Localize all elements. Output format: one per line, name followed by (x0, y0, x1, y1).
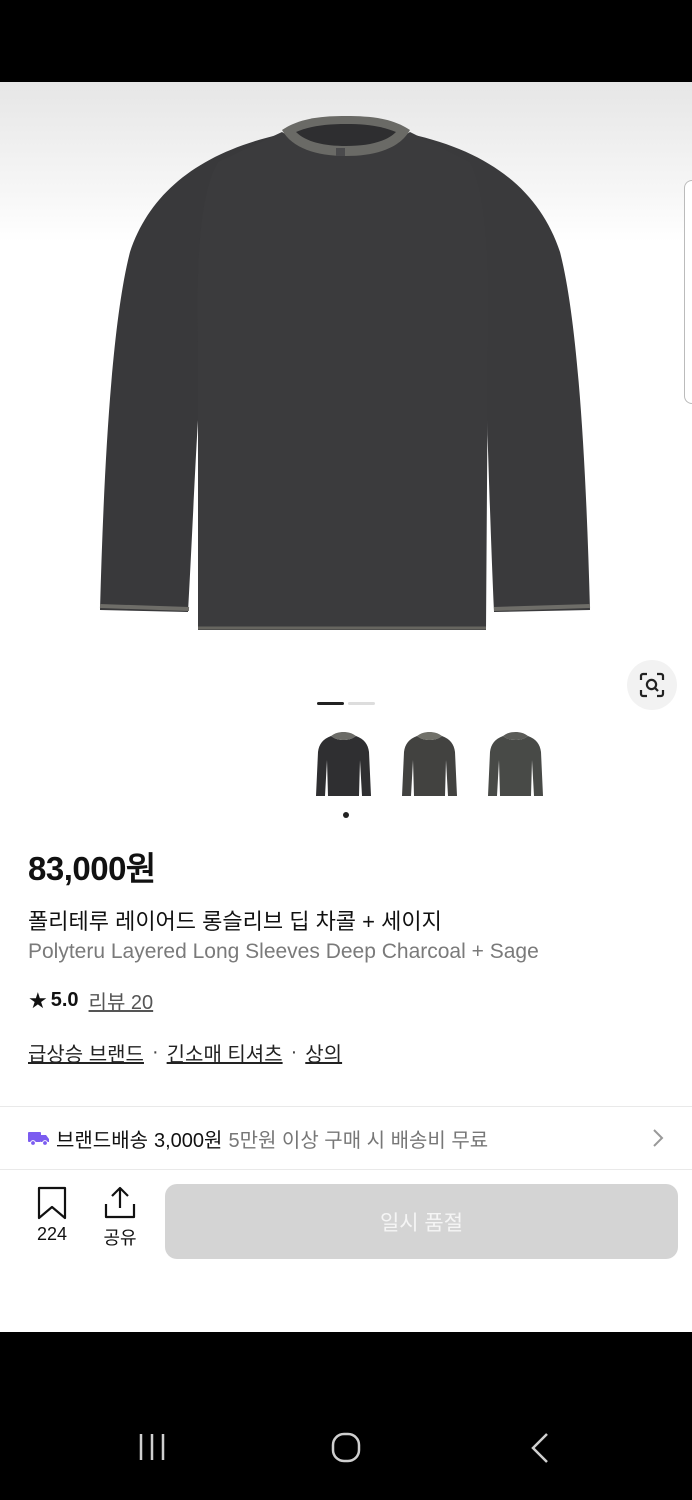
share-label: 공유 (103, 1228, 137, 1248)
category-separator: · (290, 1041, 298, 1063)
star-icon: ★ (28, 987, 48, 1013)
product-title-english: Polyteru Layered Long Sleeves Deep Charc… (28, 940, 539, 963)
shirt-thumbnail (316, 732, 371, 796)
review-link[interactable]: 리뷰 20 (89, 986, 154, 1015)
share-button[interactable]: 공유 (98, 1186, 142, 1250)
system-navigation-bar (0, 1332, 692, 1500)
divider (0, 1169, 692, 1170)
category-separator: · (151, 1041, 159, 1063)
shirt-thumbnail (402, 732, 457, 796)
bookmark-icon (37, 1186, 67, 1220)
sold-out-button[interactable]: 일시 품절 (165, 1184, 678, 1259)
share-icon (104, 1186, 136, 1219)
pager-segment-active (317, 702, 344, 705)
bookmark-button[interactable]: 224 (30, 1186, 74, 1245)
shipping-label: 브랜드배송 (56, 1129, 148, 1152)
category-link-long-sleeve[interactable]: 긴소매 티셔츠 (167, 1038, 283, 1067)
chevron-right-icon (653, 1129, 664, 1147)
product-title: 폴리테루 레이어드 롱슬리브 딥 차콜 + 세이지 (28, 909, 442, 934)
visual-search-button[interactable] (627, 660, 677, 710)
product-screen: 83,000원 폴리테루 레이어드 롱슬리브 딥 차콜 + 세이지 Polyte… (0, 82, 692, 1332)
product-price: 83,000원 (28, 850, 156, 887)
thumbnail-2[interactable] (397, 730, 462, 800)
bookmark-count: 224 (36, 1224, 68, 1244)
recent-apps-button[interactable] (138, 1432, 168, 1462)
truck-icon (28, 1132, 49, 1146)
image-pager (317, 702, 375, 705)
rating-row: ★ 5.0 리뷰 20 (28, 986, 153, 1015)
shirt-thumbnail (488, 732, 543, 796)
thumbnail-selected-dot (343, 812, 349, 818)
category-link-top[interactable]: 상의 (305, 1038, 342, 1067)
category-link-rising-brand[interactable]: 급상승 브랜드 (28, 1038, 144, 1067)
thumbnail-1[interactable] (311, 730, 376, 800)
back-button[interactable] (528, 1432, 552, 1464)
visual-search-icon (639, 672, 665, 698)
shipping-cost: 3,000원 (154, 1129, 223, 1152)
thumbnail-strip (311, 730, 548, 800)
home-button[interactable] (330, 1432, 362, 1464)
category-breadcrumb: 급상승 브랜드 · 긴소매 티셔츠 · 상의 (28, 1038, 342, 1067)
status-bar (0, 0, 692, 82)
shipping-info-row[interactable]: 브랜드배송 3,000원 5만원 이상 구매 시 배송비 무료 (0, 1107, 692, 1169)
bottom-action-bar: 224 공유 일시 품절 (0, 1172, 692, 1282)
thumbnail-3[interactable] (483, 730, 548, 800)
rating-score: 5.0 (50, 989, 79, 1011)
shirt-illustration (99, 116, 591, 630)
pager-segment (348, 702, 375, 705)
product-image[interactable] (0, 82, 692, 682)
shipping-note: 5만원 이상 구매 시 배송비 무료 (228, 1129, 489, 1152)
scroll-indicator (684, 180, 692, 404)
